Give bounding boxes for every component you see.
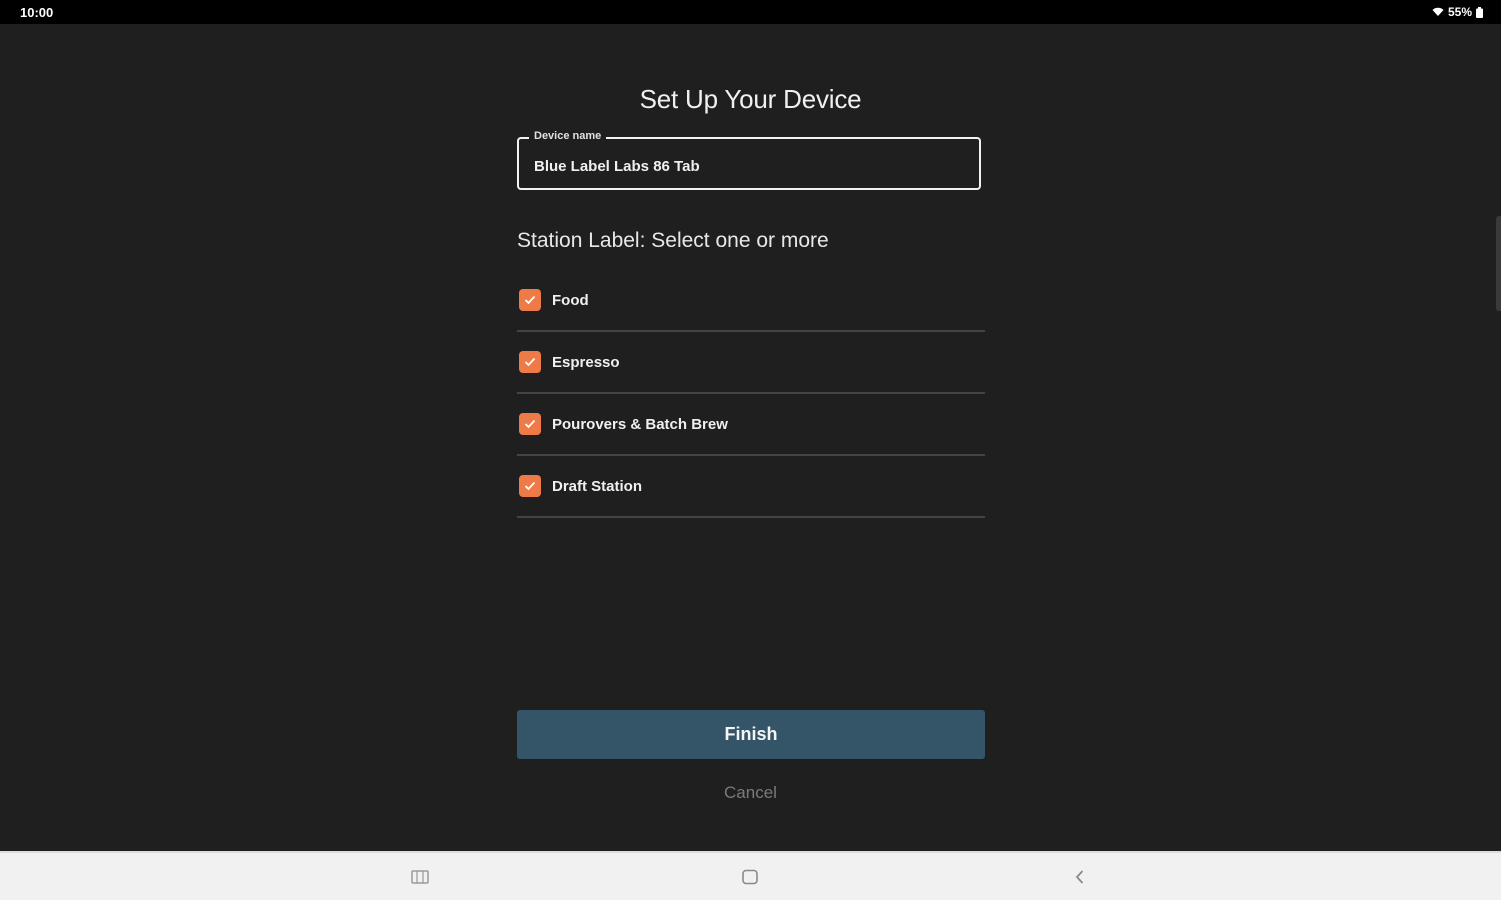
app-screen: 10:00 55% Set Up Your Device Device name… — [0, 0, 1501, 900]
battery-percentage: 55% — [1447, 5, 1472, 19]
checkbox-checked-icon[interactable] — [519, 413, 541, 435]
station-option-label: Pourovers & Batch Brew — [552, 415, 728, 433]
page-title: Set Up Your Device — [639, 84, 862, 114]
station-option-pourovers[interactable]: Pourovers & Batch Brew — [517, 394, 985, 456]
device-name-label: Device name — [529, 130, 607, 142]
back-icon[interactable] — [1070, 867, 1090, 887]
checkbox-checked-icon[interactable] — [519, 351, 541, 373]
cancel-button[interactable]: Cancel — [0, 783, 1501, 803]
battery-icon — [1476, 6, 1483, 18]
status-time: 10:00 — [20, 5, 54, 20]
device-name-input[interactable]: Blue Label Labs 86 Tab — [534, 158, 700, 175]
navigation-bar — [0, 851, 1501, 900]
station-option-food[interactable]: Food — [517, 270, 985, 332]
checkbox-checked-icon[interactable] — [519, 475, 541, 497]
station-option-draft[interactable]: Draft Station — [517, 456, 985, 518]
station-option-label: Food — [552, 291, 589, 309]
scroll-indicator — [1496, 216, 1501, 311]
station-option-label: Draft Station — [552, 477, 642, 495]
wifi-icon — [1432, 7, 1444, 16]
home-icon[interactable] — [740, 867, 760, 887]
station-option-label: Espresso — [552, 353, 620, 371]
recents-icon[interactable] — [410, 867, 430, 887]
status-bar: 10:00 55% — [0, 0, 1501, 24]
finish-button[interactable]: Finish — [517, 710, 985, 759]
station-options-list: Food Espresso Pourovers & Batch Brew Dra… — [517, 270, 985, 518]
device-name-field[interactable]: Device name Blue Label Labs 86 Tab — [517, 130, 981, 190]
station-label-heading: Station Label: Select one or more — [517, 229, 829, 252]
status-indicators: 55% — [1432, 5, 1483, 19]
checkbox-checked-icon[interactable] — [519, 289, 541, 311]
station-option-espresso[interactable]: Espresso — [517, 332, 985, 394]
